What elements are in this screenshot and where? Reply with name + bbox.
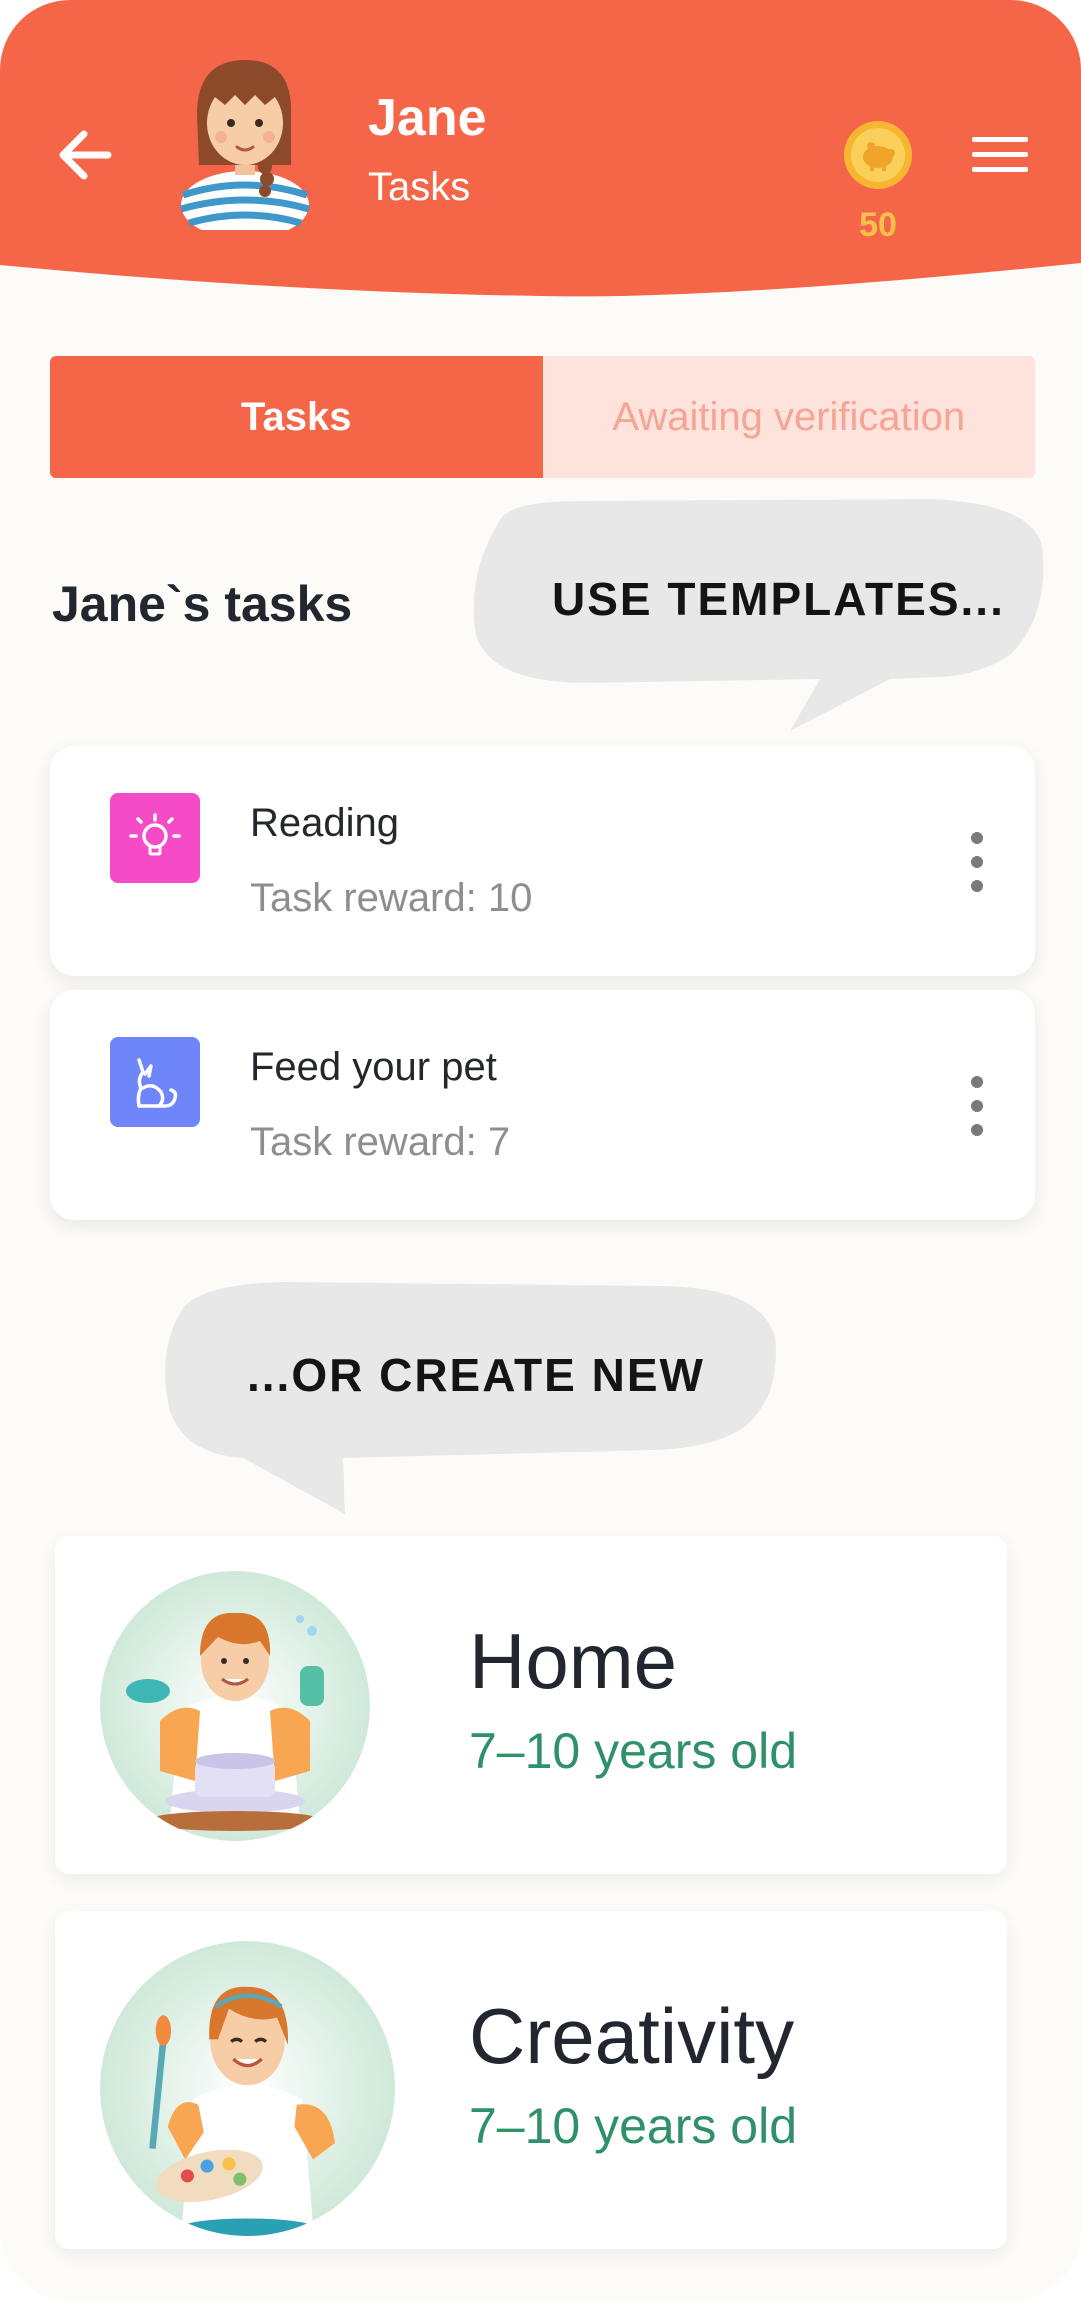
user-name: Jane: [368, 89, 487, 147]
header-background: [0, 0, 1081, 297]
lightbulb-icon: [129, 813, 181, 856]
tab-awaiting-verification[interactable]: Awaiting verification: [542, 356, 1035, 478]
task-options-button[interactable]: [967, 1068, 987, 1144]
category-card-home[interactable]: Home 7–10 years old: [55, 1536, 1007, 1874]
callout-create: ...OR CREATE NEW: [247, 1349, 705, 1401]
category-title: Creativity: [469, 1992, 795, 2080]
back-button[interactable]: [50, 120, 120, 190]
section-title: Jane`s tasks: [52, 576, 353, 632]
category-age: 7–10 years old: [469, 2098, 798, 2154]
tab-bar: Tasks Awaiting verification: [50, 356, 1035, 478]
task-reward: Task reward: 7: [250, 1120, 511, 1164]
app-screen: Jane Tasks 50 Tasks Awaiting verificatio…: [0, 0, 1081, 2301]
coin-count: 50: [859, 206, 897, 244]
task-name: Reading: [250, 801, 400, 845]
task-icon-container: [110, 1037, 200, 1127]
callout-templates: USE TEMPLATES...: [552, 573, 1005, 625]
category-age: 7–10 years old: [469, 1723, 798, 1779]
tab-tasks[interactable]: Tasks: [50, 356, 543, 478]
cat-icon: [136, 1058, 178, 1108]
hamburger-menu-icon: [972, 137, 1028, 172]
coin-balance-button[interactable]: [843, 120, 913, 190]
home-illustration: [100, 1571, 370, 1841]
task-name: Feed your pet: [250, 1045, 497, 1089]
menu-button[interactable]: [970, 135, 1030, 175]
category-title: Home: [469, 1617, 678, 1705]
task-card-reading[interactable]: Reading Task reward: 10: [50, 746, 1035, 976]
task-card-feed-pet[interactable]: Feed your pet Task reward: 7: [50, 990, 1035, 1220]
header: Jane Tasks 50: [0, 0, 1081, 300]
task-icon-container: [110, 793, 200, 883]
page-subtitle: Tasks: [368, 165, 471, 209]
category-card-creativity[interactable]: Creativity 7–10 years old: [55, 1911, 1007, 2249]
creativity-illustration: [100, 1941, 395, 2236]
more-vertical-icon: [971, 832, 983, 892]
task-reward: Task reward: 10: [250, 876, 533, 920]
avatar: [175, 55, 315, 239]
task-options-button[interactable]: [967, 824, 987, 900]
piggy-coin-icon: [844, 121, 912, 189]
more-vertical-icon: [971, 1076, 983, 1136]
arrow-left-icon: [59, 130, 112, 180]
